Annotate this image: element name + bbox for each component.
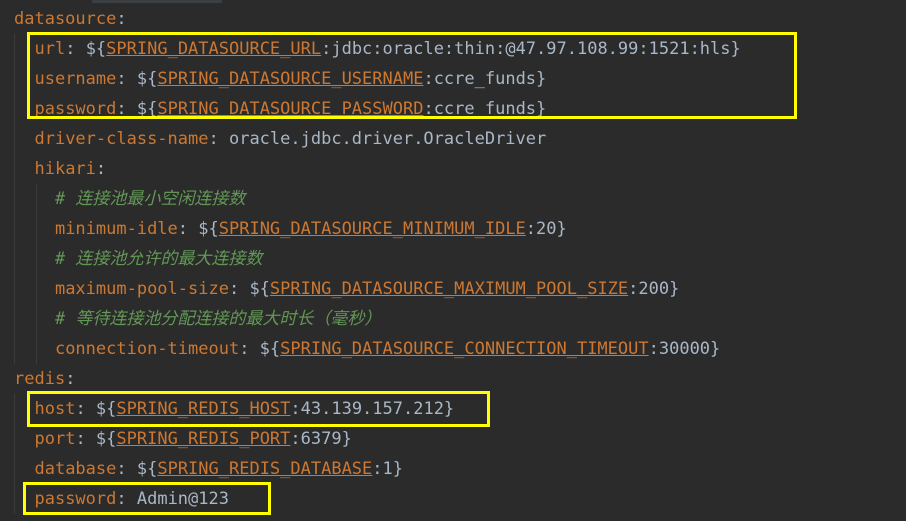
yaml-value: ${ [249, 279, 270, 299]
code-line[interactable]: username: ${SPRING_DATASOURCE_USERNAME:c… [14, 64, 546, 94]
env-var-reference: SPRING_DATASOURCE_MAXIMUM_POOL_SIZE [269, 279, 629, 299]
code-line[interactable]: hikari: [14, 154, 106, 184]
env-var-reference: SPRING_REDIS_PORT [116, 429, 291, 449]
yaml-separator: : [239, 339, 260, 359]
yaml-key: password [34, 99, 117, 119]
env-var-reference: SPRING_DATASOURCE_PASSWORD [157, 99, 424, 119]
code-line[interactable]: maximum-pool-size: ${SPRING_DATASOURCE_M… [14, 274, 679, 304]
code-line[interactable]: datasource: [14, 4, 127, 34]
yaml-key: connection-timeout [54, 339, 240, 359]
yaml-value: :ccre_funds} [423, 99, 547, 119]
yaml-value: Admin@123 [136, 489, 229, 509]
yaml-key: datasource [14, 9, 117, 29]
yaml-value: :6379} [290, 429, 352, 449]
yaml-value: ${ [136, 459, 158, 479]
yaml-value: :30000} [648, 339, 721, 359]
yaml-key: database [34, 459, 117, 479]
yaml-separator: : [208, 129, 229, 149]
yaml-value: ${ [95, 429, 117, 449]
yaml-comment: # 连接池最小空闲连接数 [54, 189, 246, 209]
yaml-key: minimum-idle [54, 219, 178, 239]
yaml-separator: : [95, 159, 107, 179]
yaml-key: username [34, 69, 117, 89]
yaml-key: driver-class-name [34, 129, 209, 149]
code-line[interactable]: password: Admin@123 [14, 484, 229, 514]
yaml-value: :ccre_funds} [423, 69, 547, 89]
yaml-value: :1} [372, 459, 403, 479]
yaml-key: redis [14, 369, 66, 389]
yaml-value: :jdbc:oracle:thin:@47.97.108.99:1521:hls… [321, 39, 741, 59]
code-line[interactable]: # 连接池允许的最大连接数 [14, 244, 262, 274]
yaml-value: :43.139.157.212} [290, 399, 455, 419]
yaml-key: host [34, 399, 76, 419]
yaml-key: hikari [34, 159, 96, 179]
code-line[interactable]: host: ${SPRING_REDIS_HOST:43.139.157.212… [14, 394, 454, 424]
code-editor[interactable]: datasource: url: ${SPRING_DATASOURCE_URL… [0, 0, 906, 521]
env-var-reference: SPRING_DATASOURCE_MINIMUM_IDLE [218, 219, 526, 239]
env-var-reference: SPRING_DATASOURCE_USERNAME [157, 69, 424, 89]
yaml-separator: : [75, 429, 96, 449]
editor-top-tab-strip [92, 0, 222, 3]
yaml-value: :200} [628, 279, 680, 299]
yaml-key: maximum-pool-size [54, 279, 229, 299]
yaml-separator: : [116, 99, 137, 119]
yaml-value: ${ [95, 399, 117, 419]
code-line[interactable]: driver-class-name: oracle.jdbc.driver.Or… [14, 124, 546, 154]
yaml-key: url [34, 39, 66, 59]
yaml-separator: : [75, 399, 96, 419]
code-line[interactable]: connection-timeout: ${SPRING_DATASOURCE_… [14, 334, 720, 364]
yaml-separator: : [116, 9, 127, 29]
yaml-separator: : [116, 69, 137, 89]
yaml-value: ${ [136, 69, 158, 89]
code-line[interactable]: redis: [14, 364, 75, 394]
yaml-value: ${ [85, 39, 107, 59]
yaml-separator: : [116, 459, 137, 479]
yaml-key: password [34, 489, 117, 509]
code-line[interactable]: # 连接池最小空闲连接数 [14, 184, 245, 214]
yaml-value: oracle.jdbc.driver.OracleDriver [228, 129, 547, 149]
yaml-separator: : [177, 219, 199, 239]
yaml-value: ${ [198, 219, 219, 239]
code-line[interactable]: url: ${SPRING_DATASOURCE_URL:jdbc:oracle… [14, 34, 741, 64]
yaml-key: port [34, 429, 76, 449]
env-var-reference: SPRING_DATASOURCE_CONNECTION_TIMEOUT [280, 339, 649, 359]
code-line[interactable]: password: ${SPRING_DATASOURCE_PASSWORD:c… [14, 94, 546, 124]
env-var-reference: SPRING_REDIS_HOST [116, 399, 291, 419]
yaml-separator: : [116, 489, 137, 509]
yaml-value: ${ [259, 339, 281, 359]
code-line[interactable]: database: ${SPRING_REDIS_DATABASE:1} [14, 454, 403, 484]
yaml-comment: # 等待连接池分配连接的最大时长（毫秒） [54, 309, 382, 329]
yaml-value: ${ [136, 99, 158, 119]
yaml-separator: : [65, 39, 86, 59]
yaml-separator: : [228, 279, 250, 299]
yaml-value: :20} [525, 219, 567, 239]
code-line[interactable]: # 等待连接池分配连接的最大时长（毫秒） [14, 304, 381, 334]
yaml-comment: # 连接池允许的最大连接数 [54, 249, 263, 269]
code-line[interactable]: minimum-idle: ${SPRING_DATASOURCE_MINIMU… [14, 214, 567, 244]
env-var-reference: SPRING_REDIS_DATABASE [157, 459, 373, 479]
env-var-reference: SPRING_DATASOURCE_URL [106, 39, 322, 59]
yaml-separator: : [65, 369, 76, 389]
code-line[interactable]: port: ${SPRING_REDIS_PORT:6379} [14, 424, 352, 454]
